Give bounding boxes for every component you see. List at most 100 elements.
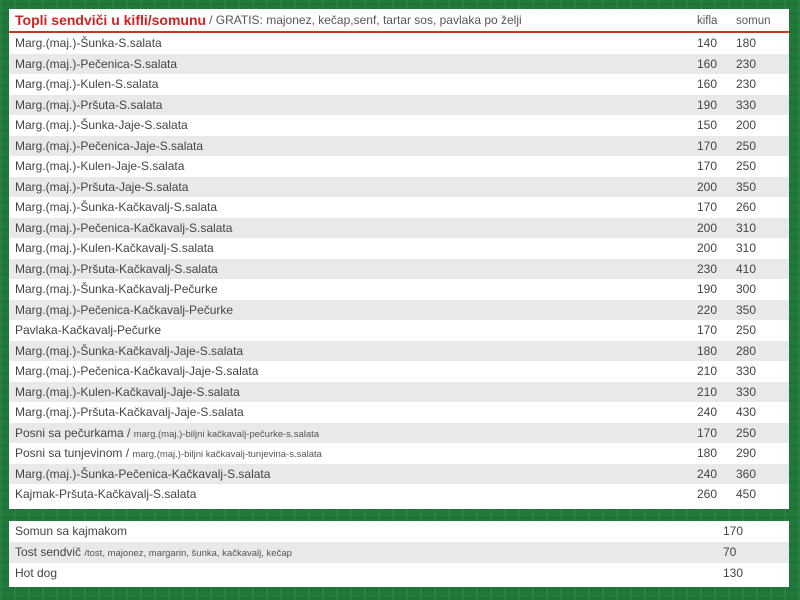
- item-name: Marg.(maj.)-Pršuta-Jaje-S.salata: [15, 179, 189, 194]
- price-kifla: 210: [697, 364, 718, 378]
- extras-row: Hot dog 130: [9, 563, 789, 584]
- extras-row: Tost sendvič /tost, majonez, margarin, š…: [9, 542, 789, 563]
- price-kifla: 230: [697, 261, 718, 276]
- extras-panel: Somun sa kajmakom 170 Tost sendvič /tost, …: [9, 521, 789, 587]
- price-kifla: 190: [697, 282, 718, 296]
- item-note: marg.(maj.)-biljni kačkavalj-pečurke-s.s…: [133, 428, 320, 440]
- item-name: Kajmak-Pršuta-Kačkavalj-S.salata: [15, 487, 197, 501]
- item-name: Posni sa pečurkama /: [15, 425, 131, 440]
- item-name: Marg.(maj.)-Šunka-Kačkavalj-S.salata: [15, 200, 218, 214]
- menu-row: Marg.(maj.)-Kulen-S.salata 160 230: [9, 74, 789, 95]
- menu-row: Marg.(maj.)-Pršuta-Jaje-S.salata 200 350: [9, 176, 789, 197]
- price-kifla: 200: [697, 220, 718, 235]
- extras-row: Somun sa kajmakom 170: [9, 521, 789, 542]
- price-somun: 250: [736, 425, 757, 440]
- price-somun: 430: [736, 405, 757, 419]
- item-price: 170: [723, 524, 744, 538]
- price-somun: 330: [736, 384, 757, 399]
- item-name: Marg.(maj.)-Kulen-S.salata: [15, 77, 159, 91]
- menu-panel: Topli sendviči u kifli/somunu / GRATIS: …: [9, 9, 789, 509]
- price-kifla: 140: [697, 36, 718, 50]
- price-somun: 450: [736, 487, 757, 501]
- item-name: Marg.(maj.)-Pečenica-S.salata: [15, 56, 178, 71]
- item-name: Marg.(maj.)-Šunka-Kačkavalj-Jaje-S.salat…: [15, 343, 244, 358]
- price-somun: 310: [736, 220, 757, 235]
- price-somun: 230: [736, 56, 757, 71]
- menu-row: Marg.(maj.)-Šunka-Pečenica-Kačkavalj-S.s…: [9, 463, 789, 484]
- price-somun: 180: [736, 36, 757, 50]
- menu-row: Marg.(maj.)-Šunka-Kačkavalj-Pečurke 190 30…: [9, 279, 789, 300]
- item-name: Hot dog: [15, 566, 58, 580]
- price-somun: 280: [736, 343, 757, 358]
- price-somun: 290: [736, 446, 757, 460]
- price-somun: 310: [736, 241, 757, 255]
- item-name: Marg.(maj.)-Šunka-Jaje-S.salata: [15, 118, 188, 132]
- item-name: Somun sa kajmakom: [15, 524, 128, 538]
- price-kifla: 150: [697, 118, 718, 132]
- item-price: 130: [723, 566, 744, 580]
- item-name: Marg.(maj.)-Šunka-S.salata: [15, 36, 162, 50]
- price-somun: 200: [736, 118, 757, 132]
- menu-row: Posni sa pečurkama / marg.(maj.)-biljni …: [9, 422, 789, 443]
- item-name: Marg.(maj.)-Pečenica-Kačkavalj-Jaje-S.sa…: [15, 364, 259, 378]
- item-name: Marg.(maj.)-Pršuta-S.salata: [15, 97, 163, 112]
- price-somun: 250: [736, 138, 757, 153]
- price-somun: 230: [736, 77, 757, 91]
- menu-subtitle: / GRATIS: majonez, kečap,senf, tartar so…: [209, 13, 522, 27]
- price-kifla: 200: [697, 179, 718, 194]
- item-price: 70: [723, 545, 737, 559]
- price-somun: 360: [736, 466, 757, 481]
- price-kifla: 200: [697, 241, 718, 255]
- price-somun: 250: [736, 159, 757, 173]
- price-kifla: 160: [697, 77, 718, 91]
- item-note: marg.(maj.)-biljni kačkavalj-tunjevina-s…: [132, 449, 322, 460]
- price-kifla: 240: [697, 466, 718, 481]
- menu-row: Marg.(maj.)-Kulen-Kačkavalj-S.salata 200 3…: [9, 238, 789, 259]
- price-kifla: 260: [697, 487, 718, 501]
- price-kifla: 170: [697, 159, 718, 173]
- item-name: Marg.(maj.)-Kulen-Kačkavalj-S.salata: [15, 241, 214, 255]
- item-name: Marg.(maj.)-Kulen-Jaje-S.salata: [15, 159, 185, 173]
- menu-row: Marg.(maj.)-Šunka-Jaje-S.salata 150 200: [9, 115, 789, 136]
- price-kifla: 170: [697, 425, 718, 440]
- item-name: Marg.(maj.)-Kulen-Kačkavalj-Jaje-S.salat…: [15, 384, 240, 399]
- price-kifla: 210: [697, 384, 718, 399]
- menu-title: Topli sendviči u kifli/somunu: [15, 12, 207, 28]
- price-somun: 260: [736, 200, 757, 214]
- menu-row: Marg.(maj.)-Kulen-Jaje-S.salata 170 250: [9, 156, 789, 177]
- menu-row: Marg.(maj.)-Kulen-Kačkavalj-Jaje-S.salat…: [9, 381, 789, 402]
- menu-row: Marg.(maj.)-Pečenica-Jaje-S.salata 170 250: [9, 135, 789, 156]
- item-name: Pavlaka-Kačkavalj-Pečurke: [15, 323, 162, 337]
- price-somun: 410: [736, 261, 757, 276]
- menu-row: Marg.(maj.)-Šunka-S.salata 140 180: [9, 33, 789, 54]
- item-name: Posni sa tunjevinom /: [15, 446, 130, 460]
- price-kifla: 180: [697, 343, 718, 358]
- price-kifla: 170: [697, 200, 718, 214]
- item-name: Marg.(maj.)-Pršuta-Kačkavalj-S.salata: [15, 261, 218, 276]
- item-name: Marg.(maj.)-Pečenica-Kačkavalj-Pečurke: [15, 302, 234, 317]
- menu-row: Marg.(maj.)-Šunka-Kačkavalj-Jaje-S.salat…: [9, 340, 789, 361]
- item-name: Marg.(maj.)-Pečenica-Kačkavalj-S.salata: [15, 220, 233, 235]
- price-kifla: 160: [697, 56, 718, 71]
- item-name: Marg.(maj.)-Šunka-Pečenica-Kačkavalj-S.s…: [15, 466, 271, 481]
- price-somun: 300: [736, 282, 757, 296]
- menu-row: Pavlaka-Kačkavalj-Pečurke 170 250: [9, 320, 789, 341]
- price-somun: 330: [736, 97, 757, 112]
- menu-row: Marg.(maj.)-Pečenica-Kačkavalj-Pečurke 22…: [9, 299, 789, 320]
- price-kifla: 220: [697, 302, 718, 317]
- menu-row: Posni sa tunjevinom / marg.(maj.)-biljni…: [9, 443, 789, 464]
- menu-row: Kajmak-Pršuta-Kačkavalj-S.salata 260 450: [9, 484, 789, 505]
- price-kifla: 170: [697, 323, 718, 337]
- column-header-somun: somun: [736, 15, 771, 27]
- menu-row: Marg.(maj.)-Pršuta-Kačkavalj-S.salata 230…: [9, 258, 789, 279]
- menu-row: Marg.(maj.)-Pršuta-Kačkavalj-Jaje-S.sala…: [9, 402, 789, 423]
- menu-list: Marg.(maj.)-Šunka-S.salata 140 180 Marg.(ma…: [9, 33, 789, 505]
- menu-row: Marg.(maj.)-Šunka-Kačkavalj-S.salata 170 2…: [9, 197, 789, 218]
- menu-row: Marg.(maj.)-Pršuta-S.salata 190 330: [9, 94, 789, 115]
- price-kifla: 190: [697, 97, 718, 112]
- column-header-kifla: kifla: [697, 15, 718, 27]
- price-somun: 250: [736, 323, 757, 337]
- extras-list: Somun sa kajmakom 170 Tost sendvič /tost, …: [9, 521, 789, 584]
- menu-row: Marg.(maj.)-Pečenica-Kačkavalj-Jaje-S.sa…: [9, 361, 789, 382]
- price-somun: 330: [736, 364, 757, 378]
